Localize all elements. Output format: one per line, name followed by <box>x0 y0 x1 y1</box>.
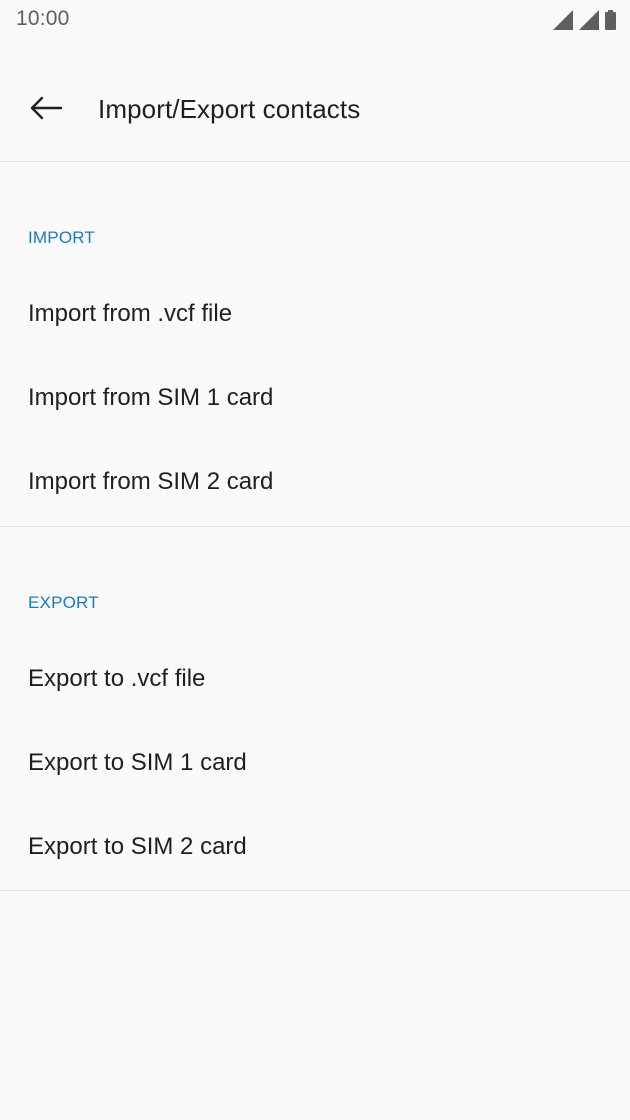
page-title: Import/Export contacts <box>98 94 361 124</box>
list-item-label: Import from SIM 2 card <box>28 468 274 495</box>
import-sim2-item[interactable]: Import from SIM 2 card <box>0 442 630 526</box>
signal-icon <box>579 10 599 30</box>
list-item-label: Export to SIM 2 card <box>28 833 247 860</box>
signal-icon <box>553 10 573 30</box>
status-icons <box>553 8 616 30</box>
status-bar: 10:00 <box>0 0 630 40</box>
app-bar: Import/Export contacts <box>0 58 630 162</box>
export-sim2-item[interactable]: Export to SIM 2 card <box>0 807 630 891</box>
section-header-import: IMPORT <box>28 228 96 247</box>
list-item-label: Export to SIM 1 card <box>28 749 247 776</box>
back-button[interactable] <box>22 86 70 134</box>
list-item-label: Import from SIM 1 card <box>28 384 274 411</box>
export-vcf-item[interactable]: Export to .vcf file <box>0 639 630 723</box>
section-import: IMPORT Import from .vcf file Import from… <box>0 162 630 527</box>
section-header-export: EXPORT <box>28 593 99 612</box>
arrow-left-icon <box>29 96 63 125</box>
export-sim1-item[interactable]: Export to SIM 1 card <box>0 723 630 807</box>
battery-icon <box>605 10 616 30</box>
list-item-label: Import from .vcf file <box>28 300 233 327</box>
import-vcf-item[interactable]: Import from .vcf file <box>0 274 630 358</box>
section-export: EXPORT Export to .vcf file Export to SIM… <box>0 527 630 891</box>
list-item-label: Export to .vcf file <box>28 665 206 692</box>
status-time: 10:00 <box>16 7 70 30</box>
import-sim1-item[interactable]: Import from SIM 1 card <box>0 358 630 442</box>
